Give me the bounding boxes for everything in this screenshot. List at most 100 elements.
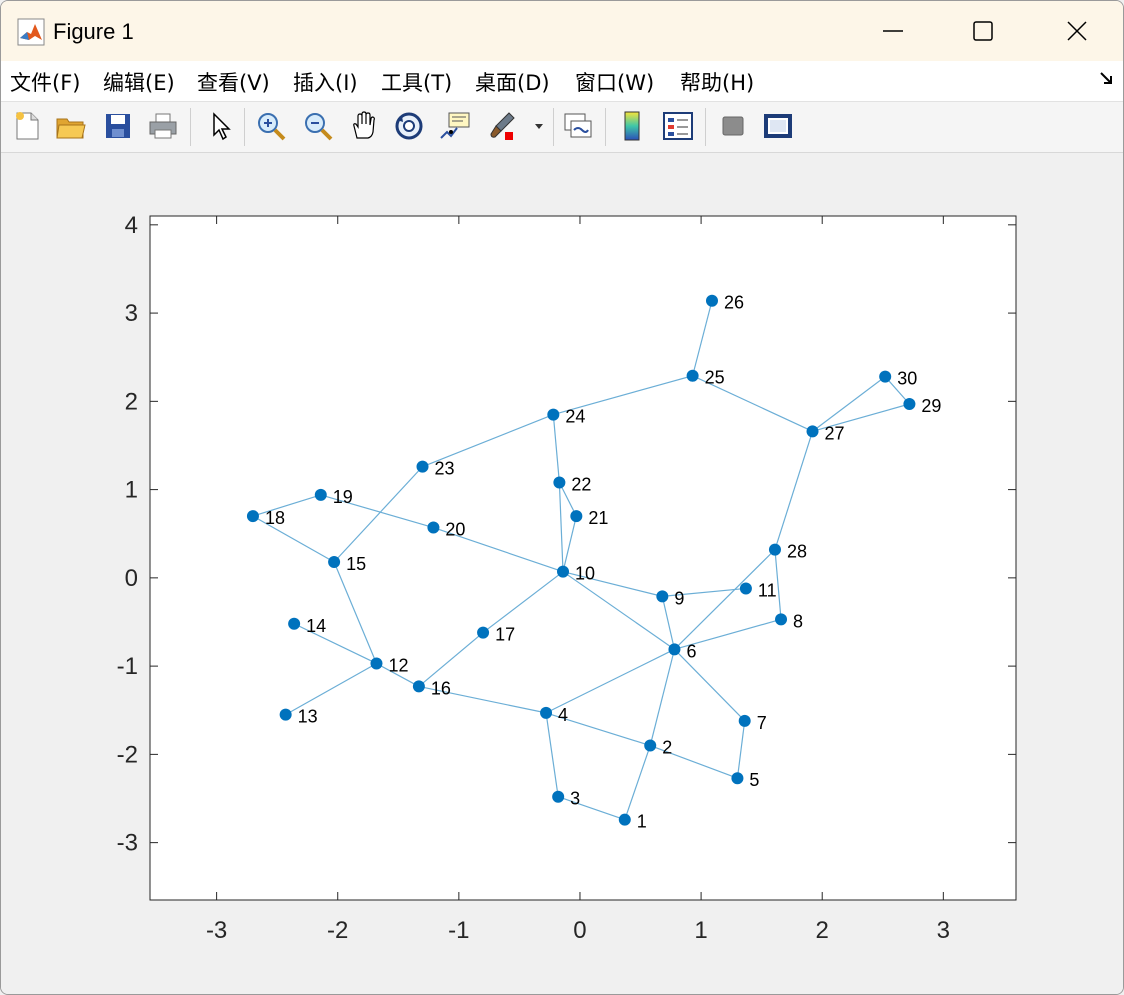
node-label-10: 10 xyxy=(575,564,595,584)
menu-file[interactable]: 文件(F) xyxy=(10,67,80,97)
data-tips-icon xyxy=(440,112,470,139)
node-label-18: 18 xyxy=(265,508,285,528)
hide-plot-tools-button[interactable] xyxy=(715,108,751,144)
graph-node-16[interactable] xyxy=(412,680,425,693)
menu-help[interactable]: 帮助(H) xyxy=(680,67,754,97)
node-label-6: 6 xyxy=(686,641,696,661)
graph-node-26[interactable] xyxy=(705,294,718,307)
close-icon xyxy=(1067,21,1087,41)
toolbar-separator xyxy=(705,108,706,146)
graph-node-5[interactable] xyxy=(731,772,744,785)
minimize-icon xyxy=(883,30,903,32)
y-tick-label: 1 xyxy=(125,477,138,504)
graph-node-18[interactable] xyxy=(246,510,259,523)
graph-node-11[interactable] xyxy=(739,582,752,595)
graph-node-28[interactable] xyxy=(768,543,781,556)
zoom-out-button[interactable] xyxy=(300,108,336,144)
graph-node-8[interactable] xyxy=(775,613,788,626)
node-label-3: 3 xyxy=(570,789,580,809)
graph-node-10[interactable] xyxy=(557,565,570,578)
brush-dropdown[interactable] xyxy=(529,108,549,144)
x-tick-label: -2 xyxy=(327,917,348,944)
graph-node-29[interactable] xyxy=(903,397,916,410)
new-figure-button[interactable] xyxy=(9,108,45,144)
dock-arrow-icon[interactable] xyxy=(1099,71,1115,87)
node-label-20: 20 xyxy=(445,520,465,540)
title-bar[interactable]: Figure 1 xyxy=(1,1,1123,61)
figure-toolbar xyxy=(1,102,1123,153)
data-tips-button[interactable] xyxy=(437,108,473,144)
node-label-12: 12 xyxy=(388,655,408,675)
graph-node-12[interactable] xyxy=(370,657,383,670)
graph-node-14[interactable] xyxy=(288,617,301,630)
graph-node-4[interactable] xyxy=(540,706,553,719)
graph-node-15[interactable] xyxy=(328,555,341,568)
show-plot-tools-icon xyxy=(764,114,792,138)
link-plot-icon xyxy=(564,113,592,138)
select-button[interactable] xyxy=(202,108,238,144)
node-label-8: 8 xyxy=(793,611,803,631)
graph-node-21[interactable] xyxy=(570,510,583,523)
y-tick-label: 4 xyxy=(125,212,138,239)
rotate-button[interactable] xyxy=(391,108,427,144)
node-label-24: 24 xyxy=(565,407,585,427)
graph-node-6[interactable] xyxy=(668,643,681,656)
node-label-17: 17 xyxy=(495,625,515,645)
toolbar-separator xyxy=(244,108,245,146)
graph-node-19[interactable] xyxy=(314,488,327,501)
graph-node-27[interactable] xyxy=(806,425,819,438)
zoom-in-button[interactable] xyxy=(253,108,289,144)
brush-button[interactable] xyxy=(485,108,521,144)
menu-window[interactable]: 窗口(W) xyxy=(575,67,654,97)
node-label-30: 30 xyxy=(897,369,917,389)
menu-edit[interactable]: 编辑(E) xyxy=(103,67,175,97)
node-label-23: 23 xyxy=(435,459,455,479)
maximize-button[interactable] xyxy=(937,1,1029,61)
minimize-button[interactable] xyxy=(847,1,939,61)
node-label-15: 15 xyxy=(346,554,366,574)
pan-button[interactable] xyxy=(346,108,382,144)
save-icon xyxy=(106,114,130,138)
x-tick-label: 1 xyxy=(694,917,707,944)
colorbar-button[interactable] xyxy=(615,108,651,144)
graph-plot[interactable]: 1234567891011121314151617181920212223242… xyxy=(1,153,1123,994)
brush-dropdown-icon xyxy=(535,124,543,129)
matlab-logo-icon xyxy=(17,18,45,46)
graph-node-20[interactable] xyxy=(427,521,440,534)
open-file-icon xyxy=(56,118,86,139)
open-file-button[interactable] xyxy=(53,108,89,144)
graph-node-24[interactable] xyxy=(547,408,560,421)
node-label-7: 7 xyxy=(757,713,767,733)
node-label-27: 27 xyxy=(825,423,845,443)
graph-node-7[interactable] xyxy=(738,714,751,727)
show-plot-tools-button[interactable] xyxy=(760,108,796,144)
colorbar-icon xyxy=(624,111,640,141)
graph-node-22[interactable] xyxy=(553,476,566,489)
graph-node-2[interactable] xyxy=(644,739,657,752)
graph-node-3[interactable] xyxy=(552,790,565,803)
graph-node-1[interactable] xyxy=(618,813,631,826)
legend-button[interactable] xyxy=(660,108,696,144)
save-button[interactable] xyxy=(100,108,136,144)
node-label-16: 16 xyxy=(431,678,451,698)
maximize-icon xyxy=(973,21,993,41)
menu-desktop[interactable]: 桌面(D) xyxy=(475,67,550,97)
x-tick-label: -1 xyxy=(448,917,469,944)
menu-view[interactable]: 查看(V) xyxy=(197,67,270,97)
close-button[interactable] xyxy=(1031,1,1123,61)
node-label-19: 19 xyxy=(333,487,353,507)
node-label-29: 29 xyxy=(921,396,941,416)
graph-node-13[interactable] xyxy=(279,708,292,721)
menu-tools[interactable]: 工具(T) xyxy=(381,67,452,97)
menu-insert[interactable]: 插入(I) xyxy=(293,67,358,97)
toolbar-separator xyxy=(553,108,554,146)
graph-node-25[interactable] xyxy=(686,369,699,382)
graph-node-23[interactable] xyxy=(416,460,429,473)
graph-node-9[interactable] xyxy=(656,590,669,603)
y-tick-label: -2 xyxy=(117,741,138,768)
link-plot-button[interactable] xyxy=(560,108,596,144)
graph-node-30[interactable] xyxy=(879,370,892,383)
graph-node-17[interactable] xyxy=(477,626,490,639)
menu-bar: 文件(F) 编辑(E) 查看(V) 插入(I) 工具(T) 桌面(D) 窗口(W… xyxy=(1,61,1123,102)
print-button[interactable] xyxy=(145,108,181,144)
